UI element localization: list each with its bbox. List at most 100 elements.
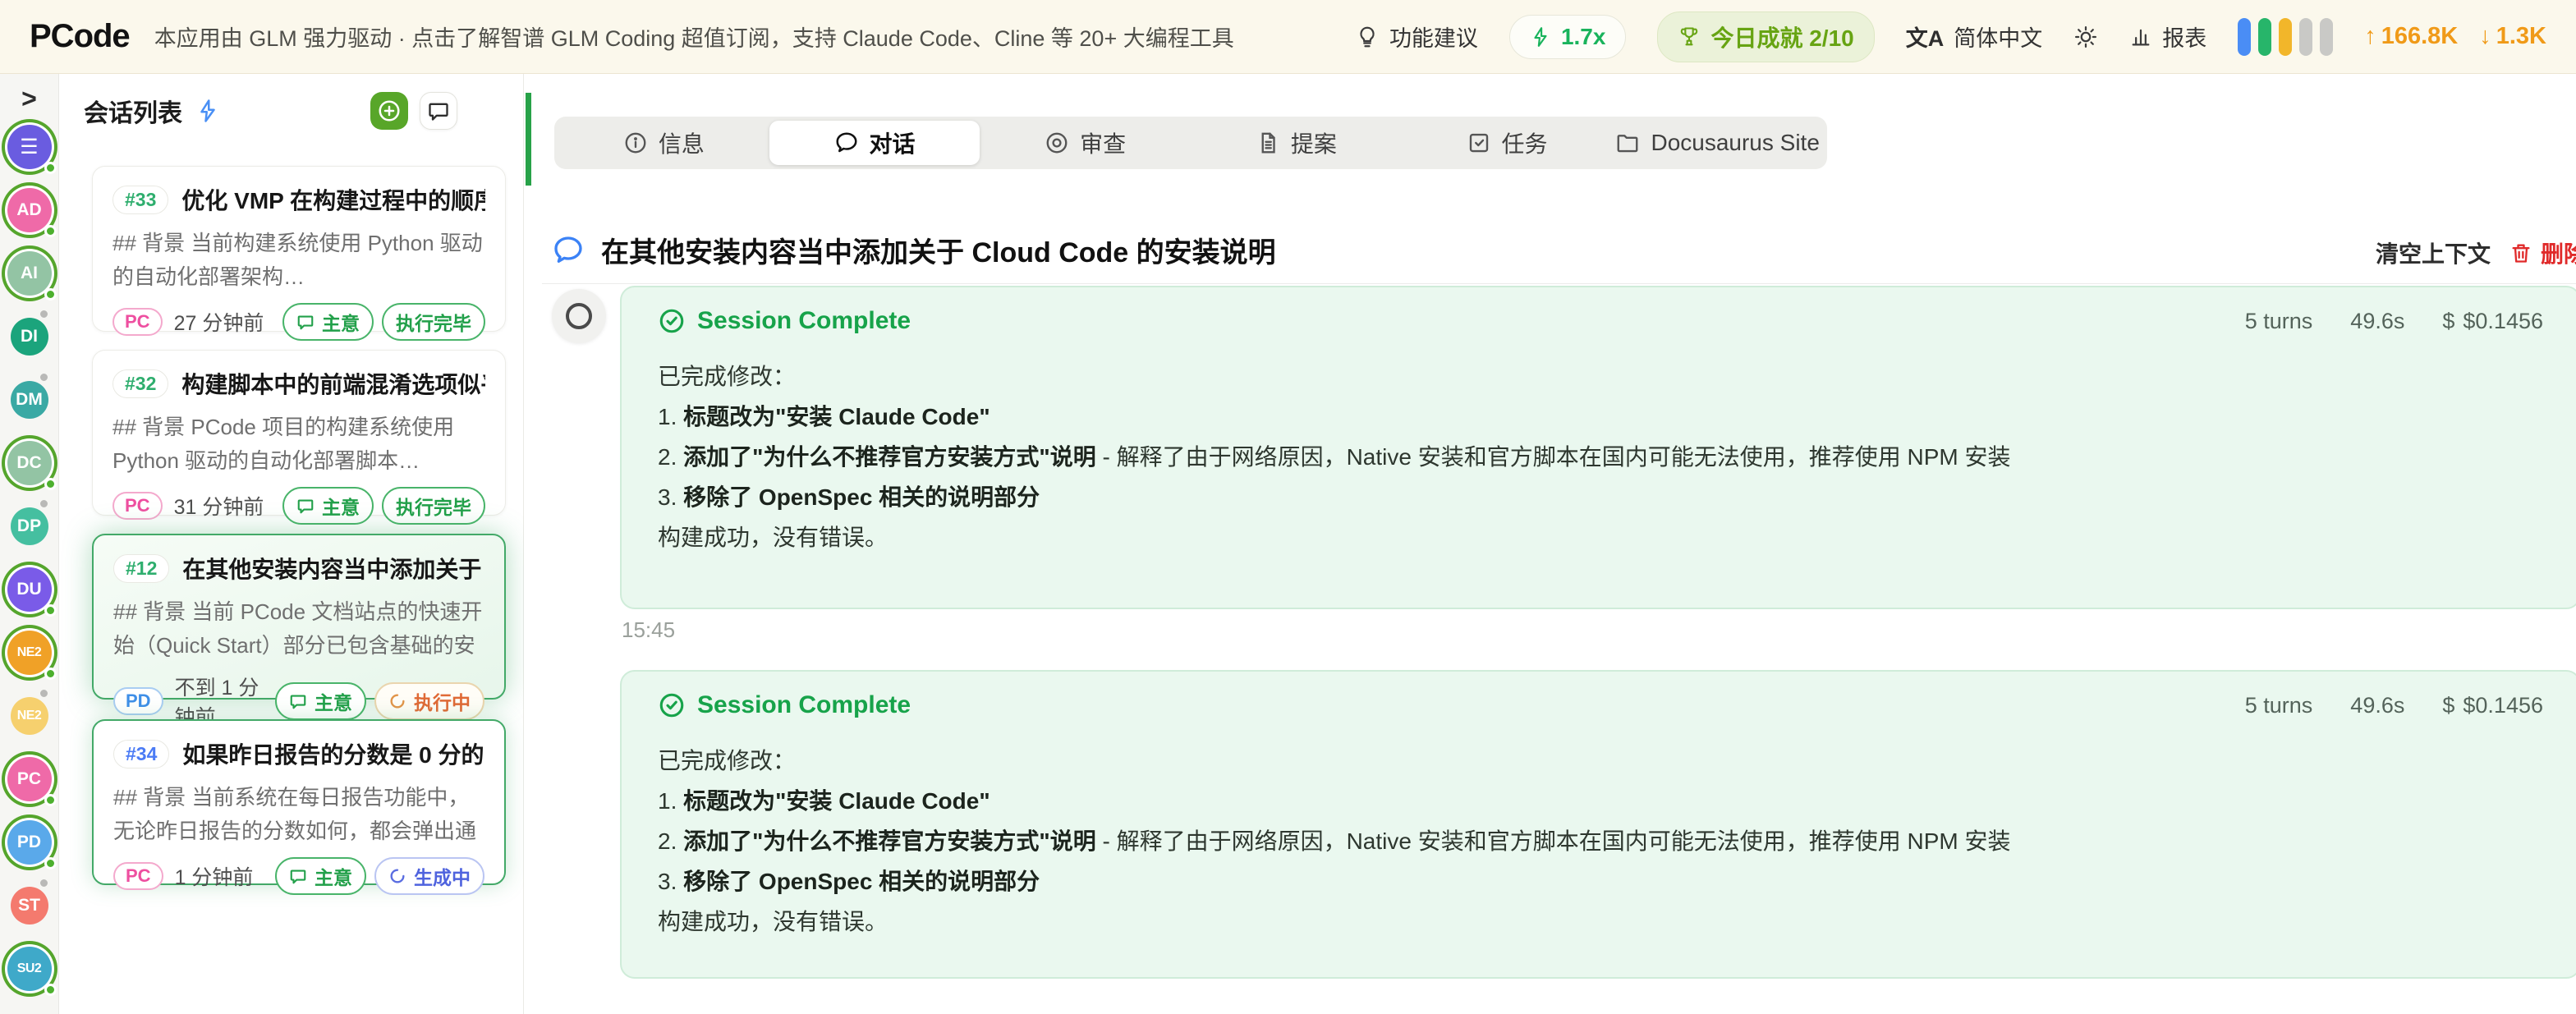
online-dot bbox=[44, 162, 57, 174]
delete-button[interactable]: 删除 bbox=[2509, 236, 2576, 269]
project-avatar-su2[interactable]: SU2 bbox=[7, 947, 52, 991]
project-avatar-dc[interactable]: DC bbox=[7, 441, 52, 485]
owner-badge: PC bbox=[112, 308, 163, 336]
online-dot bbox=[44, 604, 57, 617]
tab-tasks[interactable]: 任务 bbox=[1402, 121, 1613, 165]
project-avatar-pd[interactable]: PD bbox=[7, 820, 52, 865]
owner-badge: PC bbox=[113, 862, 163, 890]
project-avatar-ne2-2[interactable]: NE2 bbox=[11, 697, 48, 735]
message-line: 2. 添加了"为什么不推荐官方安装方式"说明 - 解释了由于网络原因，Nativ… bbox=[658, 437, 2543, 477]
idea-tag: 主意 bbox=[275, 682, 366, 720]
conversation-title: 如果昨日报告的分数是 0 分的话… bbox=[182, 737, 484, 770]
report-button[interactable]: 报表 bbox=[2129, 21, 2206, 53]
message-line: 构建成功，没有错误。 bbox=[658, 902, 2543, 942]
message-line: 已完成修改： bbox=[658, 356, 2543, 397]
check-circle-icon bbox=[658, 307, 686, 335]
conversation-card-32[interactable]: #32 构建脚本中的前端混淆选项似乎… ## 背景 PCode 项目的构建系统使… bbox=[92, 350, 506, 516]
chat-bubble-icon bbox=[834, 131, 859, 155]
open-chat-button[interactable] bbox=[420, 92, 457, 130]
offline-dot bbox=[38, 877, 50, 889]
header-tagline[interactable]: 本应用由 GLM 强力驱动 · 点击了解智谱 GLM Coding 超值订阅，支… bbox=[154, 21, 1234, 53]
project-avatar-pc[interactable]: PC bbox=[7, 757, 52, 801]
conversation-preview: ## 背景 当前系统在每日报告功能中，无论昨日报告的分数如何，都会弹出通知提… bbox=[113, 781, 484, 848]
conversation-title: 优化 VMP 在构建过程中的顺序 bbox=[181, 183, 485, 216]
header-actions: 功能建议 1.7x 今日成就 2/10 文A 简体中文 bbox=[1355, 11, 2546, 62]
tab-review[interactable]: 审查 bbox=[980, 121, 1191, 165]
conversation-preview: ## 背景 当前 PCode 文档站点的快速开始（Quick Start）部分已… bbox=[113, 595, 484, 663]
time-ago: 31 分钟前 bbox=[174, 491, 264, 521]
theme-toggle[interactable] bbox=[2073, 25, 2098, 49]
duration: 49.6s bbox=[2350, 693, 2404, 718]
info-icon bbox=[623, 131, 648, 155]
project-avatar-st[interactable]: ST bbox=[11, 887, 48, 925]
chat-bubble-icon bbox=[289, 867, 307, 885]
usage-bar bbox=[2238, 18, 2251, 56]
project-avatar-du[interactable]: DU bbox=[7, 567, 52, 612]
conversation-card-12-selected[interactable]: #12 在其他安装内容当中添加关于 Cl… ## 背景 当前 PCode 文档站… bbox=[92, 534, 506, 700]
project-avatar-dp[interactable]: DP bbox=[11, 507, 48, 545]
tokens-down: ↓ 1.3K bbox=[2479, 23, 2546, 50]
circle-icon bbox=[566, 303, 592, 329]
message-timestamp: 15:45 bbox=[622, 617, 675, 643]
tab-info[interactable]: 信息 bbox=[558, 121, 769, 165]
idea-tag: 主意 bbox=[282, 487, 374, 525]
offline-dot bbox=[38, 371, 50, 383]
project-avatar-list[interactable]: ☰ bbox=[7, 125, 52, 169]
status-tag: 生成中 bbox=[374, 857, 484, 895]
project-avatar-di[interactable]: DI bbox=[11, 318, 48, 356]
session-status: Session Complete bbox=[658, 691, 911, 719]
language-switch[interactable]: 文A 简体中文 bbox=[1906, 21, 2043, 53]
scroll-accent-bar bbox=[526, 93, 531, 186]
offline-dot bbox=[38, 498, 50, 510]
online-dot bbox=[44, 794, 57, 806]
dollar-icon: $ bbox=[2442, 309, 2454, 334]
tab-proposal[interactable]: 提案 bbox=[1191, 121, 1402, 165]
feature-suggest-button[interactable]: 功能建议 bbox=[1355, 21, 1478, 53]
usage-bar bbox=[2299, 18, 2312, 56]
issue-id-badge: #12 bbox=[113, 554, 169, 583]
project-rail: > ☰ AD AI DI DM DC DP DU NE2 NE2 PC PD S… bbox=[0, 74, 59, 1014]
tab-docusaurus-site[interactable]: Docusaurus Site bbox=[1612, 121, 1823, 165]
turns-count: 5 turns bbox=[2245, 693, 2313, 718]
spinner-icon bbox=[388, 867, 406, 885]
session-meta: 5 turns 49.6s $ $0.1456 bbox=[2245, 693, 2543, 718]
idea-tag: 主意 bbox=[275, 857, 366, 895]
online-dot bbox=[44, 288, 57, 301]
conversation-panel: 会话列表 #33 优化 VMP 在构建过程中的顺序 ## 背景 当前构 bbox=[59, 74, 524, 1014]
online-dot bbox=[44, 668, 57, 680]
collapse-rail-button[interactable]: > bbox=[21, 82, 37, 115]
cost: $ $0.1456 bbox=[2442, 693, 2543, 718]
review-eye-icon bbox=[1045, 131, 1069, 155]
achievement-badge[interactable]: 今日成就 2/10 bbox=[1657, 11, 1874, 62]
offline-dot bbox=[38, 687, 50, 700]
usage-bar bbox=[2320, 18, 2333, 56]
session-message-2: Session Complete 5 turns 49.6s $ $0.1456… bbox=[620, 670, 2576, 979]
online-dot bbox=[44, 857, 57, 869]
lightning-icon bbox=[1530, 26, 1551, 48]
conversation-preview: ## 背景 PCode 项目的构建系统使用 Python 驱动的自动化部署脚本… bbox=[112, 411, 485, 478]
translate-icon: 文A bbox=[1906, 21, 1945, 53]
online-dot bbox=[44, 984, 57, 996]
project-avatar-dm[interactable]: DM bbox=[11, 381, 48, 419]
status-tag: 执行中 bbox=[374, 682, 484, 720]
message-line: 2. 添加了"为什么不推荐官方安装方式"说明 - 解释了由于网络原因，Nativ… bbox=[658, 821, 2543, 861]
bar-chart-icon bbox=[2129, 25, 2152, 48]
chat-bubble-icon bbox=[289, 692, 307, 710]
usage-bar bbox=[2279, 18, 2292, 56]
message-body: 已完成修改： 1. 标题改为"安装 Claude Code" 2. 添加了"为什… bbox=[658, 356, 2543, 557]
message-line: 3. 移除了 OpenSpec 相关的说明部分 bbox=[658, 861, 2543, 902]
clear-context-button[interactable]: 清空上下文 bbox=[2376, 236, 2491, 269]
arrow-down-icon: ↓ bbox=[2479, 23, 2491, 50]
new-conversation-button[interactable] bbox=[370, 92, 408, 130]
chat-bubble-icon bbox=[552, 234, 585, 267]
project-avatar-ne2[interactable]: NE2 bbox=[7, 631, 52, 675]
document-icon bbox=[1256, 131, 1280, 155]
conversation-card-34[interactable]: #34 如果昨日报告的分数是 0 分的话… ## 背景 当前系统在每日报告功能中… bbox=[92, 719, 506, 885]
conversation-card-33[interactable]: #33 优化 VMP 在构建过程中的顺序 ## 背景 当前构建系统使用 Pyth… bbox=[92, 166, 506, 332]
folder-icon bbox=[1615, 131, 1640, 155]
speed-badge[interactable]: 1.7x bbox=[1509, 15, 1627, 59]
time-ago: 27 分钟前 bbox=[174, 307, 264, 337]
project-avatar-ai[interactable]: AI bbox=[7, 251, 52, 296]
tab-chat[interactable]: 对话 bbox=[769, 121, 980, 165]
project-avatar-ad[interactable]: AD bbox=[7, 188, 52, 232]
